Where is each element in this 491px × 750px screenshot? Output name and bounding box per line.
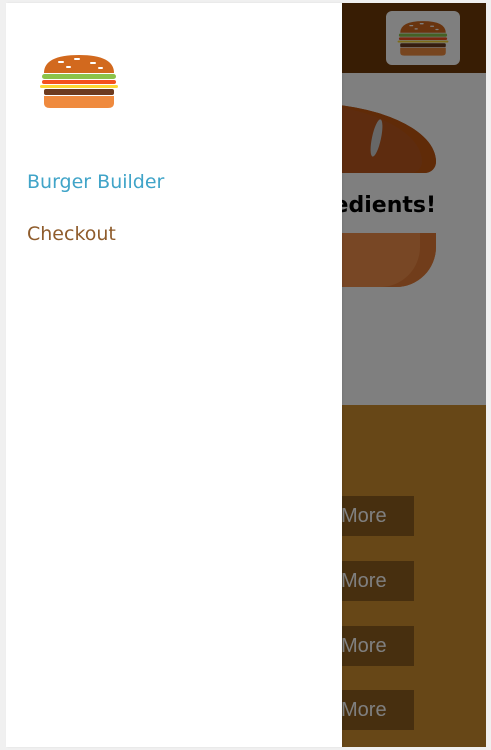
drawer-logo (36, 51, 122, 111)
burger-logo-icon (40, 55, 118, 108)
side-drawer: Burger Builder Checkout (6, 3, 342, 747)
nav-link-burger-builder[interactable]: Burger Builder (27, 171, 164, 193)
nav-link-checkout[interactable]: Checkout (27, 223, 116, 245)
